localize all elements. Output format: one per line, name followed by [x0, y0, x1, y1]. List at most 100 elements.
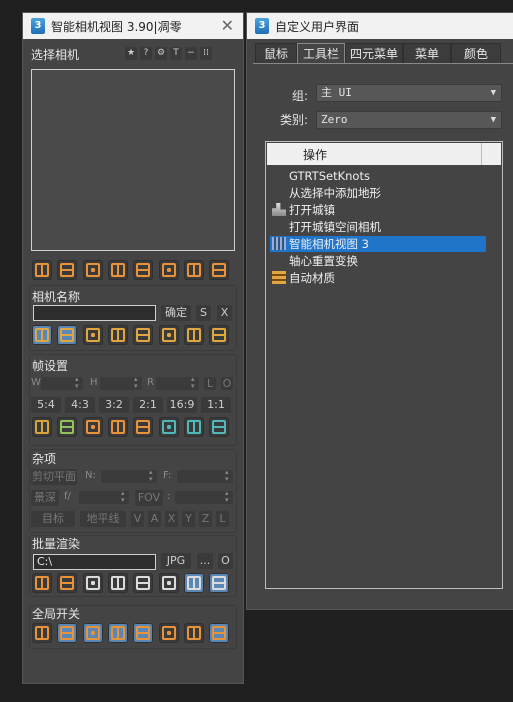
render-bottom-button[interactable] — [82, 573, 103, 593]
align-right-button[interactable] — [183, 325, 204, 345]
far-clip-spinner[interactable] — [177, 469, 233, 483]
camera-name-input[interactable] — [33, 305, 156, 321]
near-clip-spinner[interactable] — [101, 469, 157, 483]
depth-of-field-button[interactable]: 景深 — [31, 490, 59, 506]
align-v-button[interactable] — [57, 325, 78, 345]
axis-x-button[interactable]: X — [165, 511, 178, 527]
camera-preview-viewport[interactable] — [31, 69, 235, 251]
open-folder-button[interactable]: O — [218, 553, 233, 569]
tab-toolbars[interactable]: 工具栏 — [297, 43, 345, 64]
height-spinner[interactable] — [100, 376, 142, 390]
fov-button[interactable]: FOV — [135, 490, 163, 506]
toggle-corners-button[interactable] — [57, 623, 78, 643]
help-button[interactable]: ? — [140, 47, 152, 60]
minimize-button[interactable]: − — [185, 47, 197, 60]
frame-ring-button[interactable] — [183, 417, 204, 437]
l-button[interactable]: L — [204, 377, 216, 390]
close-icon[interactable]: ✕ — [221, 16, 234, 35]
o-button[interactable]: O — [221, 377, 233, 390]
axis-y-button[interactable]: Y — [182, 511, 195, 527]
tab-mouse[interactable]: 鼠标 — [255, 43, 297, 64]
list-item[interactable]: 打开城镇空间相机 — [272, 219, 381, 235]
tab-colors[interactable]: 颜色 — [451, 43, 501, 64]
ratio-button[interactable]: 1:1 — [201, 397, 231, 413]
toggle-quad-button[interactable] — [82, 623, 103, 643]
actions-list[interactable]: 操作 GTRTSetKnots 从选择中添加地形 打开城镇 打开城镇空间相机 智能相机视… — [265, 141, 503, 589]
favorite-button[interactable]: ★ — [125, 47, 137, 60]
ratio-button[interactable]: 2:1 — [133, 397, 163, 413]
axis-l-button[interactable]: L — [216, 511, 229, 527]
render-list-button[interactable] — [133, 573, 154, 593]
right-title-bar[interactable]: 3 自定义用户界面 — [247, 13, 513, 39]
center-button[interactable] — [82, 325, 103, 345]
spread-button[interactable] — [133, 325, 154, 345]
frame-grid-button[interactable] — [209, 417, 230, 437]
camera-left-top-button[interactable] — [133, 260, 154, 280]
toggle-bar-button[interactable] — [32, 623, 52, 643]
distribute-button[interactable] — [107, 325, 128, 345]
toggle-dots-button[interactable] — [158, 623, 179, 643]
frame-lines-button[interactable] — [107, 417, 128, 437]
split-button[interactable] — [57, 417, 78, 437]
camera-f-button[interactable] — [57, 260, 78, 280]
category-dropdown[interactable]: Zero ▼ — [316, 111, 502, 129]
fov-spinner[interactable] — [175, 490, 233, 504]
confirm-button[interactable]: 确定 — [161, 305, 191, 321]
camera-right-top-button[interactable] — [183, 260, 204, 280]
settings-button[interactable]: ⚙ — [155, 47, 167, 60]
fstop-spinner[interactable] — [79, 490, 129, 504]
render-window-button[interactable] — [107, 573, 128, 593]
list-item[interactable]: GTRTSetKnots — [272, 168, 370, 184]
render-frame-button[interactable] — [32, 573, 52, 593]
toggle-grid-button[interactable] — [209, 623, 230, 643]
toggle-half-button[interactable] — [107, 623, 128, 643]
actions-list-header[interactable]: 操作 — [267, 143, 501, 165]
axis-a-button[interactable]: A — [148, 511, 161, 527]
format-button[interactable]: JPG — [161, 553, 191, 569]
frame-dots-button[interactable] — [158, 417, 179, 437]
grid-plus-button[interactable] — [32, 417, 52, 437]
camera-u-button[interactable] — [107, 260, 128, 280]
render-view-button[interactable] — [183, 573, 204, 593]
list-item[interactable]: 轴心重置变换 — [272, 253, 358, 269]
horizon-button[interactable]: 地平线 — [80, 511, 126, 527]
ratio-button[interactable]: 5:4 — [31, 397, 61, 413]
frame-center-button[interactable] — [82, 417, 103, 437]
tab-quads[interactable]: 四元菜单 — [345, 43, 403, 64]
camera-b-button[interactable] — [82, 260, 103, 280]
ratio-button[interactable]: 3:2 — [99, 397, 129, 413]
s-button[interactable]: S — [196, 305, 211, 321]
toggle-center-button[interactable] — [133, 623, 154, 643]
target-button[interactable]: 目标 — [31, 511, 75, 527]
frame-cols-button[interactable] — [133, 417, 154, 437]
browse-button[interactable]: ... — [197, 553, 213, 569]
grip-button[interactable]: ⁞⁞ — [200, 47, 212, 60]
axis-z-button[interactable]: Z — [199, 511, 212, 527]
list-item[interactable]: 智能相机视图 3 — [270, 236, 486, 252]
align-left-button[interactable] — [158, 325, 179, 345]
render-path-input[interactable]: C:\ — [33, 554, 156, 570]
camera-a-button[interactable] — [32, 260, 52, 280]
render-safe-button[interactable] — [209, 573, 230, 593]
clip-plane-button[interactable]: 剪切平面 — [31, 469, 77, 485]
list-item[interactable]: 从选择中添加地形 — [272, 185, 381, 201]
camera-right-bottom-button[interactable] — [209, 260, 230, 280]
toggle-cross-button[interactable] — [183, 623, 204, 643]
group-dropdown[interactable]: 主 UI ▼ — [316, 84, 502, 102]
list-item[interactable]: 打开城镇 — [272, 202, 335, 218]
x-button[interactable]: X — [217, 305, 232, 321]
camera-left-bottom-button[interactable] — [158, 260, 179, 280]
left-title-bar[interactable]: 3 智能相机视图 3.90|凋零 ✕ — [23, 13, 243, 39]
ratio-button[interactable]: 16:9 — [167, 397, 197, 413]
render-tiles-button[interactable] — [158, 573, 179, 593]
width-spinner[interactable] — [41, 376, 83, 390]
ratio-spinner[interactable] — [156, 376, 199, 390]
align-bottom-button[interactable] — [209, 325, 230, 345]
text-button[interactable]: T — [170, 47, 182, 60]
align-h-button[interactable] — [32, 325, 52, 345]
render-region-button[interactable] — [57, 573, 78, 593]
tab-menus[interactable]: 菜单 — [403, 43, 451, 64]
ratio-button[interactable]: 4:3 — [65, 397, 95, 413]
axis-v-button[interactable]: V — [131, 511, 144, 527]
list-item[interactable]: 自动材质 — [272, 270, 335, 286]
